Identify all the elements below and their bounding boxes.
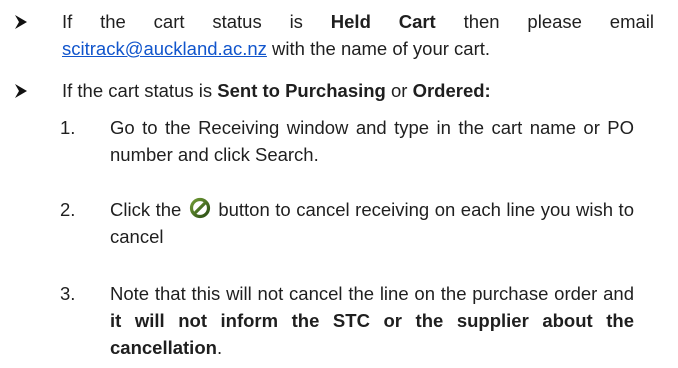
step-number: 2. — [60, 199, 76, 220]
step-text: Click the button to cancel receiving on … — [110, 196, 634, 250]
arrow-bullet-icon — [12, 8, 30, 35]
bullet-text-part: or — [385, 80, 413, 101]
cancel-circle-icon — [189, 197, 211, 219]
bullet-sent-or-ordered: If the cart status is Sent to Purchasing… — [15, 77, 654, 104]
step-2: 2. Click the button to cancel receiving … — [60, 196, 634, 250]
support-email-link[interactable]: scitrack@auckland.ac.nz — [62, 38, 267, 59]
step-text-part: . — [216, 337, 223, 358]
step-text: Note that this will not cancel the line … — [110, 280, 634, 361]
instruction-document: If the cart status is Held Cart then ple… — [0, 0, 678, 368]
ordered-status: Ordered: — [412, 80, 491, 101]
step-3: 3. Note that this will not cancel the li… — [60, 280, 634, 361]
held-cart-status: Held Cart — [330, 11, 436, 32]
sent-to-purchasing-status: Sent to Purchasing — [217, 80, 386, 101]
step-text-part: Click the — [110, 199, 187, 220]
bullet-text-part: with the name of your cart. — [266, 38, 491, 59]
bullet-text: If the cart status is Sent to Purchasing… — [62, 77, 654, 104]
step-number: 1. — [60, 117, 76, 138]
bullet-text-part: If the cart status is — [62, 11, 331, 32]
step-text: Go to the Receiving window and type in t… — [110, 117, 634, 165]
step-1: 1. Go to the Receiving window and type i… — [60, 114, 634, 168]
warning-text: it will not inform the STC or the suppli… — [110, 310, 634, 358]
arrow-bullet-icon — [12, 77, 30, 104]
step-text-part: Note that this will not cancel the line … — [110, 283, 634, 304]
bullet-text-part: then please email — [435, 11, 654, 32]
bullet-held-cart: If the cart status is Held Cart then ple… — [15, 8, 654, 62]
bullet-text-part: If the cart status is — [62, 80, 218, 101]
step-number: 3. — [60, 283, 76, 304]
bullet-text: If the cart status is Held Cart then ple… — [62, 8, 654, 62]
